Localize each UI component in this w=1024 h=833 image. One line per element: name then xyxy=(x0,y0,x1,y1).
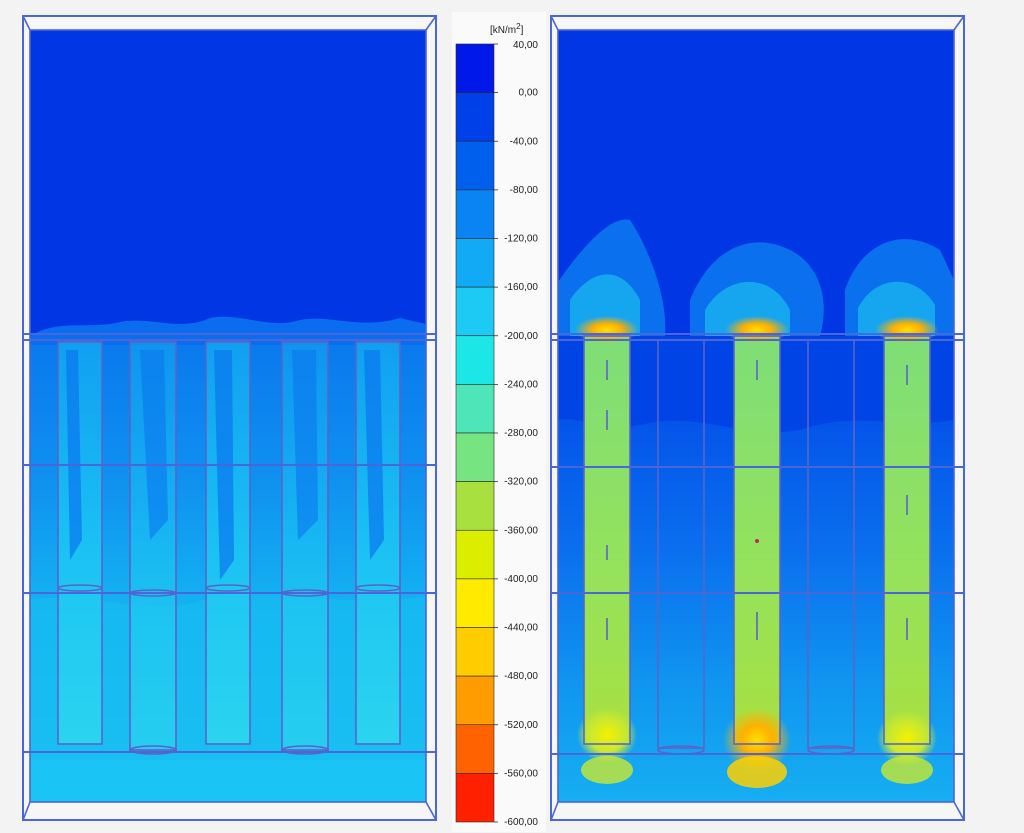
right-panel xyxy=(550,15,965,821)
legend-tick-label-16: -600,00 xyxy=(504,817,538,828)
legend-band-10 xyxy=(455,529,495,580)
legend-tick-label-6: -200,00 xyxy=(504,331,538,342)
legend-tick-label-0: 40,00 xyxy=(513,40,538,51)
legend-band-13 xyxy=(455,675,495,726)
legend-band-9 xyxy=(455,481,495,531)
legend-band-15 xyxy=(455,773,495,823)
legend-band-12 xyxy=(455,627,495,677)
legend-band-0 xyxy=(455,43,495,93)
right-marker-dot xyxy=(755,539,759,543)
legend-band-3 xyxy=(455,189,495,239)
legend-band-5 xyxy=(455,286,495,337)
legend-band-2 xyxy=(455,140,495,191)
legend-band-14 xyxy=(455,724,495,774)
legend-band-4 xyxy=(455,238,495,288)
legend-tick-label-8: -280,00 xyxy=(504,428,538,439)
legend-tick-label-2: -40,00 xyxy=(510,136,539,147)
legend-tick-label-12: -440,00 xyxy=(504,623,538,634)
legend-tick-label-5: -160,00 xyxy=(504,282,538,293)
legend-band-1 xyxy=(455,92,495,142)
right-pile-3 xyxy=(884,336,930,744)
stress-visualization: [kN/m2] 40,000,00-40,00-80,00-120,00-160… xyxy=(22,12,965,832)
legend-tick-label-3: -80,00 xyxy=(510,185,539,196)
legend-tick-label-15: -560,00 xyxy=(504,768,538,779)
legend-tick-label-13: -480,00 xyxy=(504,671,538,682)
legend-tick-label-10: -360,00 xyxy=(504,525,538,536)
legend-tick-label-9: -320,00 xyxy=(504,477,538,488)
legend-band-11 xyxy=(455,578,495,628)
legend-color-bands xyxy=(455,43,495,823)
legend-tick-label-1: 0,00 xyxy=(519,88,539,99)
legend: [kN/m2] 40,000,00-40,00-80,00-120,00-160… xyxy=(452,12,546,832)
left-base-layer xyxy=(30,760,426,802)
legend-tick-label-14: -520,00 xyxy=(504,720,538,731)
legend-tick-label-7: -240,00 xyxy=(504,379,538,390)
legend-band-6 xyxy=(455,335,495,385)
right-pile-1 xyxy=(584,336,630,744)
legend-tick-label-4: -120,00 xyxy=(504,234,538,245)
left-top-zone xyxy=(30,30,426,336)
legend-tick-label-11: -400,00 xyxy=(504,574,538,585)
left-panel xyxy=(22,15,437,821)
legend-band-7 xyxy=(455,384,495,434)
legend-band-8 xyxy=(455,432,495,482)
